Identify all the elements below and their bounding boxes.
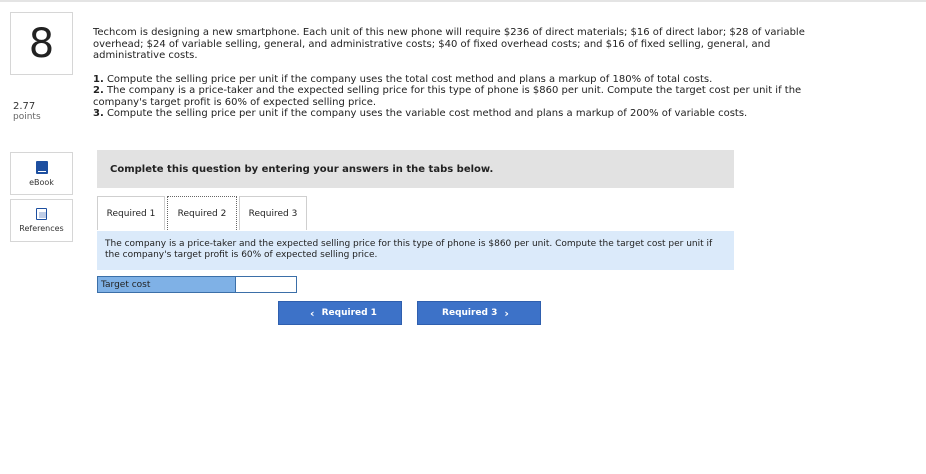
points-indicator: 2.77 points: [13, 101, 41, 123]
question-number: 8: [10, 12, 73, 75]
references-icon: [36, 208, 47, 220]
references-label: References: [19, 224, 64, 233]
requirement-2-num: 2.: [93, 85, 104, 96]
points-label: points: [13, 112, 41, 122]
chevron-left-icon: ‹: [310, 306, 315, 320]
tab-instruction: The company is a price-taker and the exp…: [97, 231, 734, 270]
book-icon: [35, 160, 48, 174]
tab-bar: Required 1 Required 2 Required 3: [97, 196, 309, 230]
requirement-2-text: The company is a price-taker and the exp…: [93, 85, 802, 108]
references-button[interactable]: References: [10, 199, 73, 242]
target-cost-input[interactable]: [236, 276, 297, 293]
problem-intro: Techcom is designing a new smartphone. E…: [93, 27, 805, 61]
requirement-3-num: 3.: [93, 108, 104, 119]
requirement-3-text: Compute the selling price per unit if th…: [106, 108, 748, 119]
top-divider: [0, 0, 926, 2]
instructions-banner: Complete this question by entering your …: [97, 150, 734, 188]
ebook-button[interactable]: eBook: [10, 152, 73, 195]
banner-text: Complete this question by entering your …: [110, 163, 494, 175]
requirement-1-num: 1.: [93, 73, 104, 85]
next-required-button[interactable]: Required 3 ›: [417, 301, 541, 325]
ebook-label: eBook: [29, 177, 54, 187]
prev-button-label: Required 1: [321, 308, 377, 318]
next-button-label: Required 3: [442, 308, 498, 318]
tab-required-1[interactable]: Required 1: [97, 196, 165, 230]
requirement-1-text: Compute the selling price per unit if th…: [106, 73, 713, 85]
chevron-right-icon: ›: [504, 306, 509, 320]
prev-required-button[interactable]: ‹ Required 1: [278, 301, 402, 325]
tab-required-3[interactable]: Required 3: [239, 196, 307, 230]
tab-required-2[interactable]: Required 2: [167, 196, 237, 230]
target-cost-label: Target cost: [97, 276, 236, 293]
target-cost-row: Target cost: [97, 276, 297, 293]
points-value: 2.77: [13, 101, 36, 112]
requirements-list: 1. Compute the selling price per unit if…: [93, 74, 805, 120]
problem-text: Techcom is designing a new smartphone. E…: [93, 27, 805, 120]
